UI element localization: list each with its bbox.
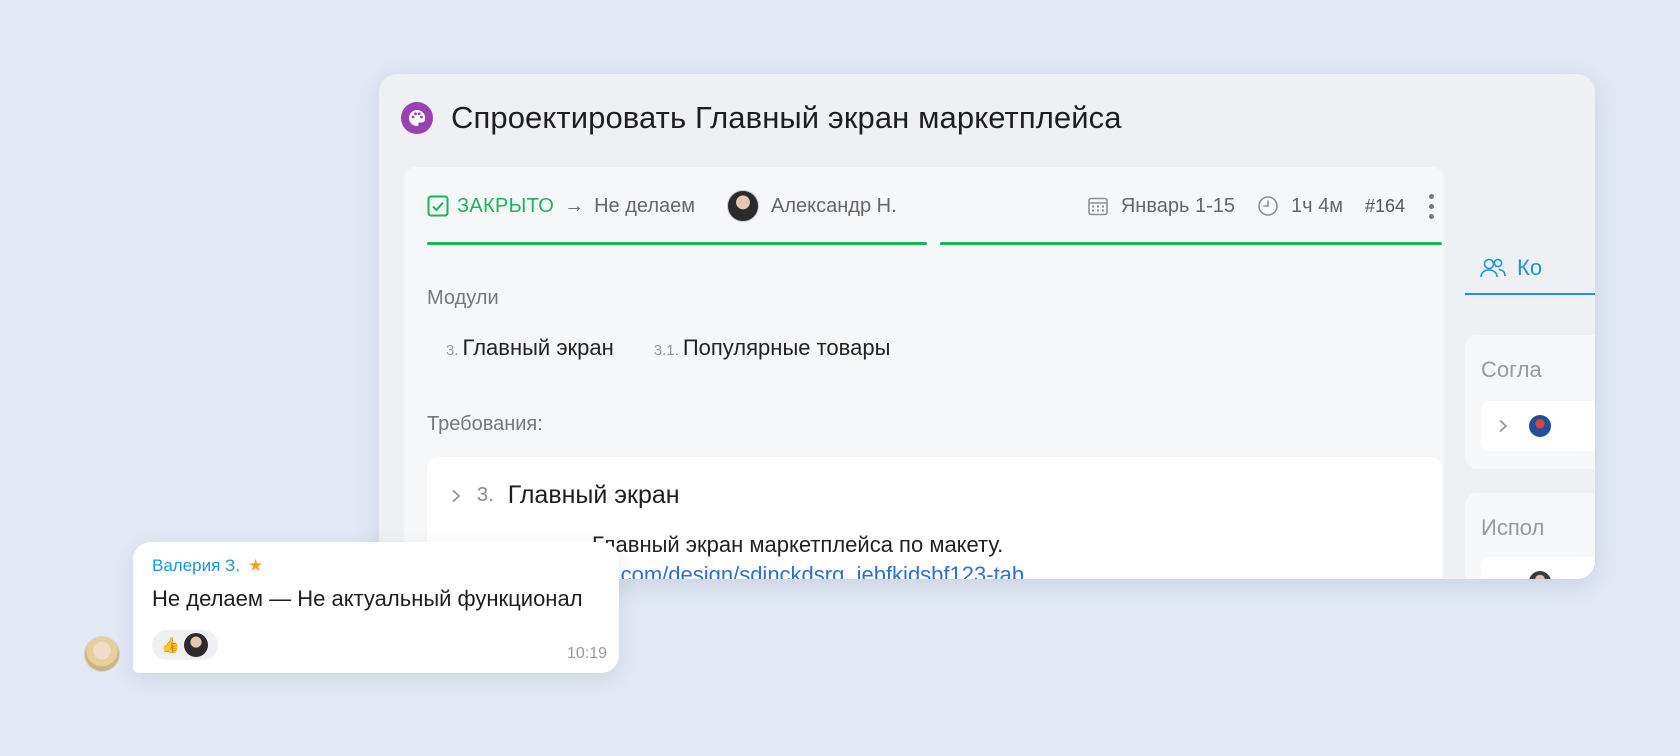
task-header: Спроектировать Главный экран маркетплейс… [401,100,1122,136]
period-control[interactable]: Январь 1-15 [1087,195,1235,218]
chat-message: Валерия З. ★ Не делаем — Не актуальный ф… [133,542,619,673]
tab-contacts[interactable]: Ко [1479,255,1542,281]
requirement-text: Главный экран маркетплейса по макету. [592,532,1004,557]
clock-icon [1258,196,1278,216]
users-icon [1480,258,1506,278]
assignees-card: Испол 1 [1465,493,1595,579]
status-row: ЗАКРЫТО → Не делаем Александр Н. Январь … [427,190,1442,222]
modules-list: 3. Главный экран 3.1. Популярные товары [446,335,890,361]
requirements-label: Требования: [427,413,543,435]
chevron-right-icon [452,489,461,502]
assignee[interactable]: Александр Н. [727,190,897,222]
progress-bar-right [940,242,1442,245]
task-card: Спроектировать Главный экран маркетплейс… [379,74,1595,579]
duration-control[interactable]: 1ч 4м [1257,195,1343,218]
module-item[interactable]: 3.1. Популярные товары [654,335,891,361]
avatar [1529,415,1551,437]
assignees-row[interactable]: 1 [1481,557,1595,579]
module-item[interactable]: 3. Главный экран [446,335,614,361]
tab-underline [1465,293,1595,295]
module-name: Популярные товары [682,335,891,360]
period-value: Январь 1-15 [1120,194,1235,217]
task-meta: Январь 1-15 1ч 4м #164 [1087,191,1442,221]
assignees-label: Испол [1481,515,1545,540]
status-closed-label: ЗАКРЫТО [457,194,555,217]
approvals-card: Согла [1465,335,1595,469]
author-name[interactable]: Валерия З. [152,556,240,576]
message-text: Не делаем — Не актуальный функционал [152,586,583,611]
avatar [727,190,760,222]
checkbox-checked-icon [427,195,449,217]
message-author: Валерия З. ★ [152,556,263,576]
requirement-link[interactable]: na.com/design/sdinckdsrg_iebfkidsbf123-t… [590,562,1024,579]
avatar [183,633,208,657]
requirement-number: 3. [477,484,494,506]
task-title: Спроектировать Главный экран маркетплейс… [451,100,1122,135]
status-control[interactable]: ЗАКРЫТО → Не делаем Александр Н. [427,190,907,222]
task-details-panel: ЗАКРЫТО → Не делаем Александр Н. Январь … [404,167,1444,579]
module-number: 3.1. [653,342,679,359]
modules-label: Модули [427,287,499,309]
assignee-name: Александр Н. [771,194,897,217]
approvals-label: Согла [1481,357,1542,382]
palette-icon [401,102,433,134]
duration-value: 1ч 4м [1290,194,1343,217]
more-icon[interactable] [1429,193,1434,219]
star-icon: ★ [248,556,264,575]
module-number: 3. [446,342,459,359]
thumbs-up-icon: 👍 [161,637,180,654]
side-panel: Ко Согла Испол 1 [1465,167,1595,579]
avatar [1529,571,1551,579]
requirement-title: Главный экран [507,481,680,509]
module-name: Главный экран [462,335,614,360]
arrow-right-icon: → [564,194,585,217]
tab-contacts-label: Ко [1517,255,1543,280]
ticket-number: #164 [1364,195,1405,216]
chevron-down-icon [1495,577,1509,579]
avatar[interactable] [84,636,120,672]
progress-bar-left [427,242,927,245]
calendar-icon [1088,197,1108,216]
status-next-label: Не делаем [594,194,696,217]
chevron-right-icon [1499,419,1508,433]
requirement-header[interactable]: 3. Главный экран [449,481,680,510]
reaction-badge[interactable]: 👍 [152,630,218,660]
approvals-row[interactable] [1481,401,1595,451]
message-time: 10:19 [566,645,607,662]
